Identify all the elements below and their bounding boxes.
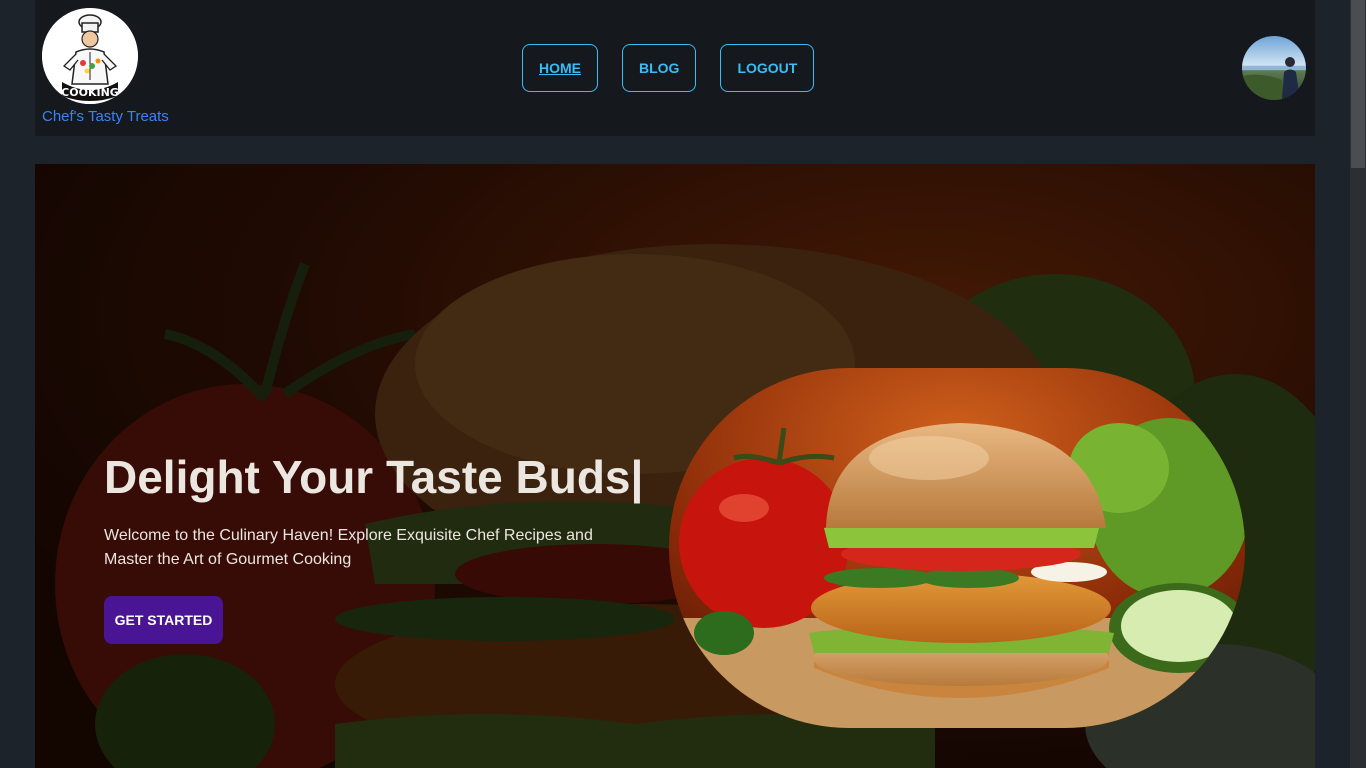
- hero-title: Delight Your Taste Buds|: [104, 450, 643, 504]
- brand-name[interactable]: Chef's Tasty Treats: [42, 108, 182, 125]
- hero-title-text: Delight Your Taste Buds: [104, 451, 631, 503]
- brand[interactable]: COOKING Chef's Tasty Treats: [42, 8, 182, 125]
- nav-logout-button[interactable]: LOGOUT: [720, 44, 815, 92]
- nav-blog-button[interactable]: BLOG: [622, 44, 697, 92]
- chef-logo-icon[interactable]: COOKING: [42, 8, 138, 104]
- user-avatar-icon[interactable]: [1242, 36, 1306, 100]
- nav-home-button[interactable]: HOME: [522, 44, 598, 92]
- hero-subtitle: Welcome to the Culinary Haven! Explore E…: [104, 527, 593, 568]
- nav-menu: HOME BLOG LOGOUT: [522, 44, 815, 92]
- burger-image-icon: [669, 368, 1245, 728]
- scrollbar-thumb[interactable]: [1351, 0, 1365, 168]
- get-started-button[interactable]: GET STARTED: [104, 596, 223, 644]
- logo-text: COOKING: [61, 86, 119, 99]
- typing-cursor: |: [630, 451, 644, 503]
- navbar: COOKING Chef's Tasty Treats HOME BLOG LO…: [35, 0, 1315, 136]
- hero-section: Delight Your Taste Buds| Welcome to the …: [35, 164, 1315, 768]
- page-scrollbar[interactable]: [1350, 0, 1366, 768]
